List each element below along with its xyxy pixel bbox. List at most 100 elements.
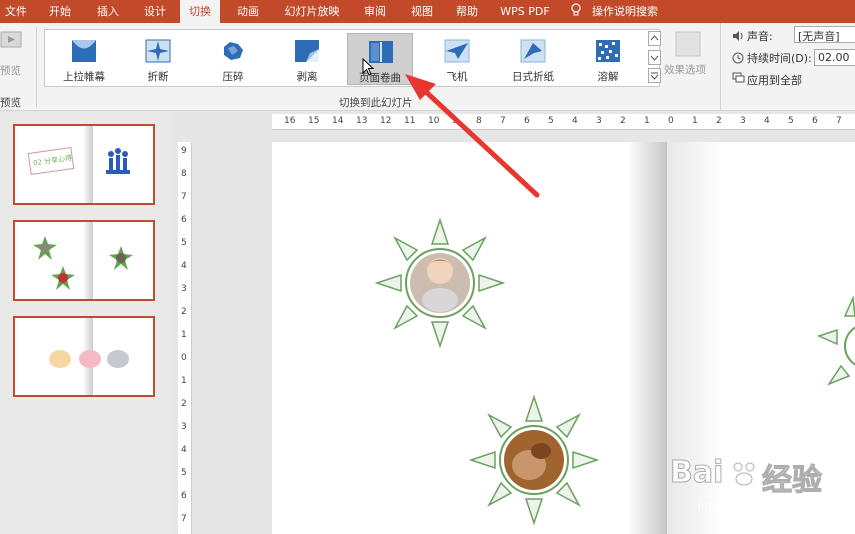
tab-help[interactable]: 帮助 [449, 0, 485, 23]
duration-input[interactable]: 02.00 [814, 49, 855, 66]
tab-wps-pdf[interactable]: WPS PDF [495, 0, 555, 23]
sun-photo-frame-baby[interactable] [375, 218, 505, 348]
gallery-scroll-up-button[interactable] [648, 31, 661, 46]
tab-view[interactable]: 视图 [404, 0, 440, 23]
transition-crush[interactable]: 压碎 [200, 33, 266, 85]
apply-all-button[interactable]: 应用到全部 [731, 70, 851, 88]
duration-value: 02.00 [818, 51, 850, 64]
ruler-tick-label: 5 [181, 468, 187, 478]
gallery-more-button[interactable] [648, 68, 661, 83]
transition-label: 页面卷曲 [359, 72, 401, 84]
ruler-tick-label: 3 [181, 284, 187, 294]
ruler-tick-label: 1 [644, 116, 650, 126]
ribbon-tab-bar: 文件 开始 插入 设计 切换 动画 幻灯片放映 审阅 视图 帮助 WPS PDF… [0, 0, 855, 23]
ruler-tick-label: 6 [181, 215, 187, 225]
effect-options-label: 效果选项 [664, 64, 706, 76]
ruler-tick-label: 13 [356, 116, 368, 126]
transition-label: 压碎 [222, 71, 244, 83]
slide-thumbnail-2[interactable] [13, 220, 155, 301]
curtain-icon [72, 40, 96, 62]
gallery-scroll-down-button[interactable] [648, 50, 661, 65]
sound-select[interactable]: [无声音] [794, 26, 855, 43]
watermark-url: jingyan.baidu.com [698, 499, 800, 512]
ruler-tick-label: 1 [181, 330, 187, 340]
ruler-tick-label: 4 [181, 261, 187, 271]
horizontal-ruler: 16 15 14 13 12 11 10 9 8 7 6 5 4 3 2 1 0 1 2 3 4 5 6 7 [272, 114, 855, 130]
watermark-brand: Bai [669, 455, 724, 491]
ribbon-panel: 预览 预览 上拉帷幕 折断 压碎 剥离 页面卷曲 飞机 日式折纸 溶解 效果选项… [0, 23, 855, 111]
thumb-title-card: 02 分享心得 [27, 147, 75, 175]
sun-picture-icon [51, 266, 75, 290]
ruler-tick-label: 7 [181, 514, 187, 524]
ruler-tick-label: 5 [788, 116, 794, 126]
airplane-icon [444, 39, 470, 63]
ruler-tick-label: 3 [181, 422, 187, 432]
preview-button[interactable]: 预览 [0, 27, 24, 77]
effect-options-icon [675, 31, 701, 57]
dissolve-icon [596, 40, 620, 62]
people-icon [106, 148, 130, 174]
ruler-tick-label: 4 [572, 116, 578, 126]
timing-group: 声音: [无声音] 持续时间(D): 02.00 应用到全部 [720, 23, 855, 111]
fracture-icon [145, 39, 171, 63]
origami-icon [520, 39, 546, 63]
transition-label: 折断 [147, 71, 169, 83]
lightbulb-icon [571, 3, 581, 16]
sun-photo-frame-dog[interactable] [469, 395, 599, 525]
ruler-tick-label: 7 [181, 192, 187, 202]
baidu-watermark: Bai 经验 jingyan.baidu.com [660, 455, 850, 525]
apply-all-icon [732, 72, 745, 83]
sound-icon [733, 31, 743, 41]
ruler-tick-label: 1 [181, 376, 187, 386]
tab-transitions[interactable]: 切换 [180, 0, 220, 23]
slide-thumbnail-3[interactable] [13, 316, 155, 397]
transition-dissolve[interactable]: 溶解 [575, 33, 641, 85]
transition-label: 飞机 [446, 71, 468, 83]
ruler-tick-label: 16 [284, 116, 296, 126]
tab-insert[interactable]: 插入 [90, 0, 126, 23]
effect-options-button[interactable]: 效果选项 [664, 29, 716, 89]
tab-design[interactable]: 设计 [137, 0, 173, 23]
tab-animations[interactable]: 动画 [228, 0, 268, 23]
tab-file[interactable]: 文件 [0, 0, 32, 23]
peel-icon [295, 40, 319, 62]
group-divider [36, 27, 37, 107]
ruler-tick-label: 15 [308, 116, 320, 126]
sun-picture-icon [33, 236, 57, 260]
tab-review[interactable]: 审阅 [357, 0, 393, 23]
sun-photo-frame-partial[interactable] [815, 296, 855, 396]
ruler-tick-label: 2 [716, 116, 722, 126]
transition-fracture[interactable]: 折断 [125, 33, 191, 85]
ruler-tick-label: 3 [596, 116, 602, 126]
ruler-tick-label: 3 [740, 116, 746, 126]
transition-label: 剥离 [296, 71, 318, 83]
preview-icon [0, 31, 22, 48]
thumb-bubble [49, 350, 71, 368]
vertical-ruler: 9 8 7 6 5 4 3 2 1 0 1 2 3 4 5 6 7 [178, 142, 192, 534]
ruler-tick-label: 7 [500, 116, 506, 126]
slide-thumbnail-1[interactable]: 02 分享心得 [13, 124, 155, 205]
tab-home[interactable]: 开始 [42, 0, 78, 23]
slide-thumbnails-panel[interactable]: 02 分享心得 [0, 112, 172, 534]
ruler-tick-label: 0 [181, 353, 187, 363]
sound-value: [无声音] [798, 30, 840, 43]
tell-me-search[interactable]: 操作说明搜索 [570, 0, 658, 23]
ruler-tick-label: 1 [692, 116, 698, 126]
transition-peel[interactable]: 剥离 [274, 33, 340, 85]
ruler-tick-label: 0 [668, 116, 674, 126]
ruler-tick-label: 7 [836, 116, 842, 126]
transition-page-curl[interactable]: 页面卷曲 [347, 33, 413, 85]
thumb-fold [83, 222, 93, 299]
paw-icon [733, 462, 755, 486]
transition-airplane[interactable]: 飞机 [424, 33, 490, 85]
tab-slideshow[interactable]: 幻灯片放映 [280, 0, 344, 23]
chevron-up-icon [650, 35, 659, 41]
more-icon [650, 72, 659, 80]
chevron-down-icon [650, 55, 659, 61]
transition-origami[interactable]: 日式折纸 [500, 33, 566, 85]
crush-icon [224, 42, 243, 60]
ruler-tick-label: 12 [380, 116, 392, 126]
transition-curtain[interactable]: 上拉帷幕 [51, 33, 117, 85]
ruler-tick-label: 2 [181, 399, 187, 409]
ruler-tick-label: 10 [428, 116, 440, 126]
